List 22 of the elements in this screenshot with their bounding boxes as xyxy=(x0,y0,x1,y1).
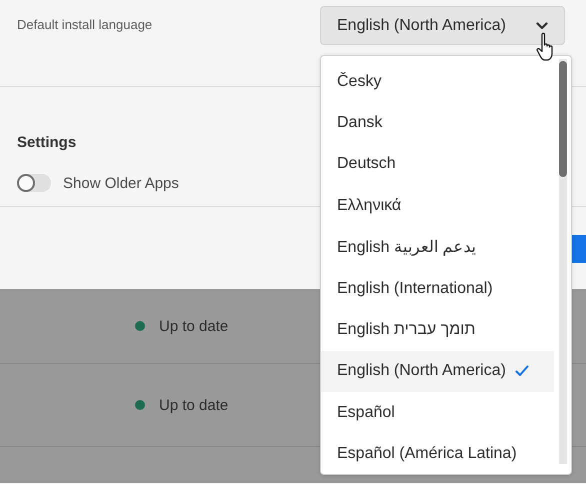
menu-item[interactable]: Español xyxy=(321,392,554,434)
checkmark-icon xyxy=(515,365,529,378)
status-text: Up to date xyxy=(159,396,228,414)
toggle-label: Show Older Apps xyxy=(63,174,179,192)
menu-item[interactable]: Dansk xyxy=(321,102,554,144)
status-dot xyxy=(135,400,145,410)
toggle-switch[interactable] xyxy=(17,174,51,192)
menu-item[interactable]: English תומך עברית xyxy=(321,309,554,351)
menu-item[interactable]: Español (América Latina) xyxy=(321,434,554,475)
status-text: Up to date xyxy=(159,318,228,334)
menu-item[interactable]: Česky xyxy=(321,61,554,102)
status-dot xyxy=(135,321,145,331)
menu-item[interactable]: Ελληνικά xyxy=(321,185,554,227)
scrollbar-thumb[interactable] xyxy=(559,61,567,177)
menu-item[interactable]: English يدعم العربية xyxy=(321,226,554,268)
menu-item[interactable]: English (North America) xyxy=(321,350,554,392)
chevron-down-icon xyxy=(536,22,548,30)
menu-item[interactable]: Deutsch xyxy=(321,144,554,186)
language-dropdown[interactable]: English (North America) xyxy=(320,6,565,45)
setting-label: Default install language xyxy=(17,17,152,32)
section-title: Settings xyxy=(17,134,78,151)
menu-item[interactable]: English (International) xyxy=(321,268,554,310)
